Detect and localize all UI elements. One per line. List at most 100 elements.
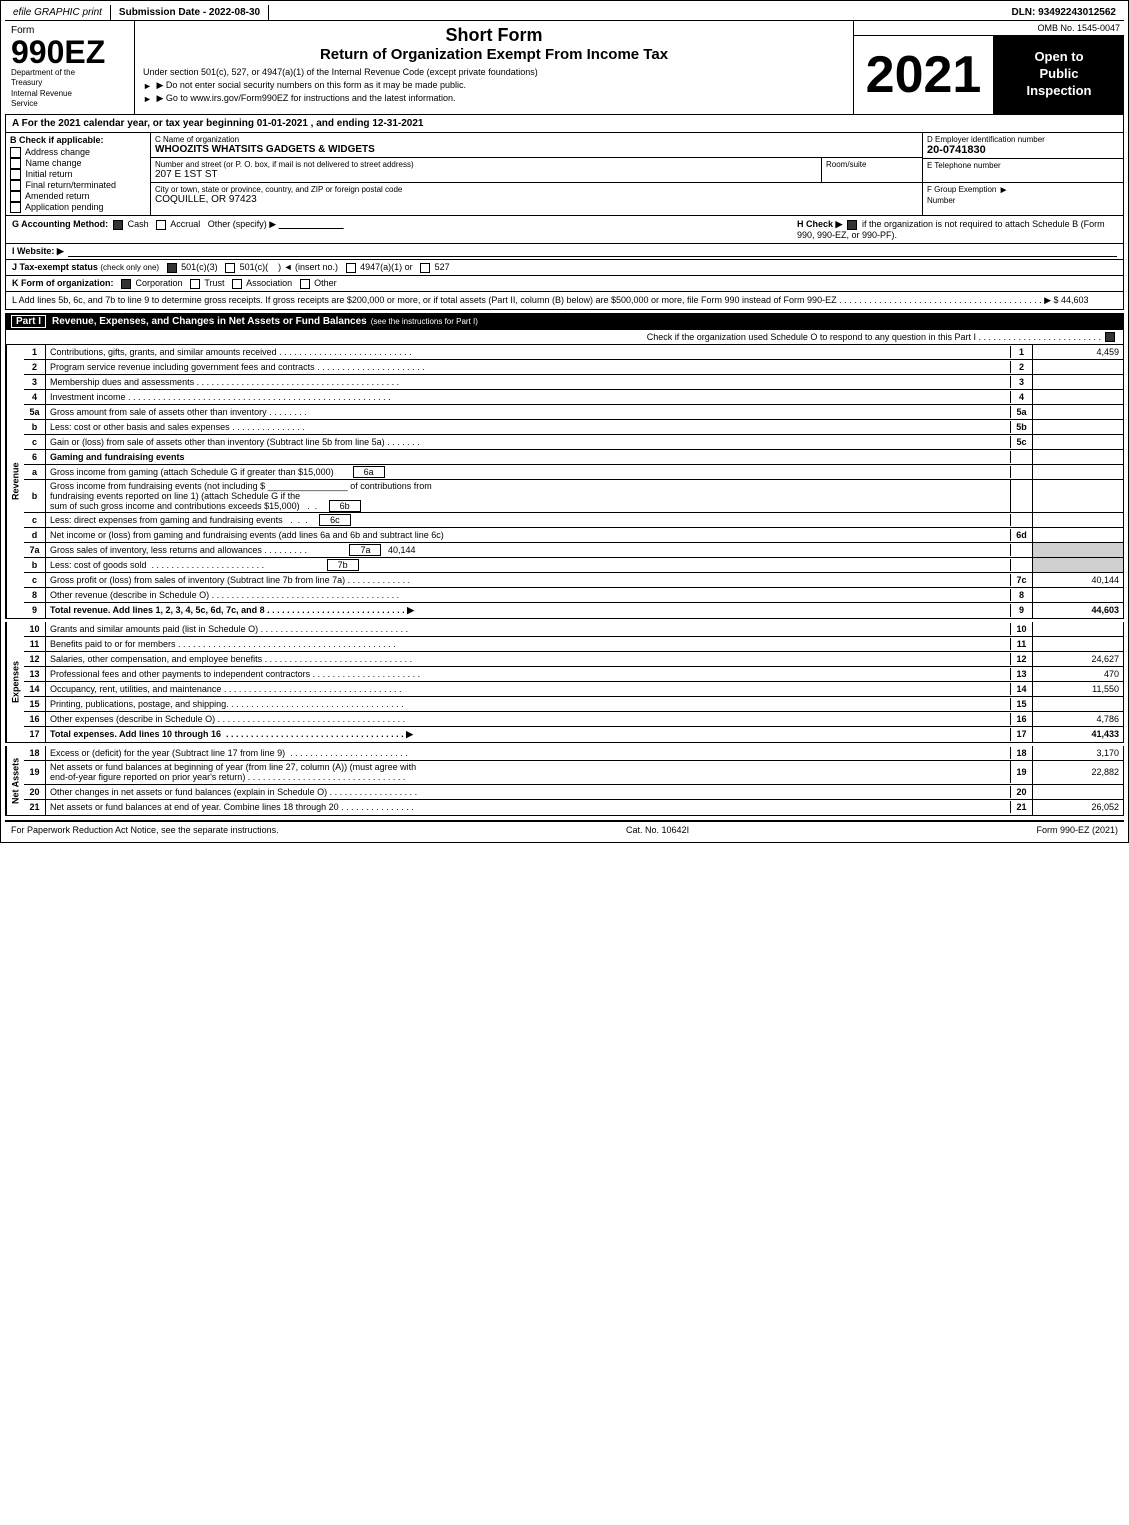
line-row-11: 11 Benefits paid to or for members . . .…: [24, 637, 1123, 652]
line-row-3: 3 Membership dues and assessments . . . …: [24, 375, 1123, 390]
instruction3: ► ▶ Go to www.irs.gov/Form990EZ for inst…: [143, 93, 845, 104]
line-row-6b: b Gross income from fundraising events (…: [24, 480, 1123, 513]
line-row-15: 15 Printing, publications, postage, and …: [24, 697, 1123, 712]
dept-lines: Department of the Treasury Internal Reve…: [11, 68, 128, 110]
line-row-1: 1 Contributions, gifts, grants, and simi…: [24, 345, 1123, 360]
501c3-checkbox[interactable]: [167, 263, 177, 273]
net-assets-lines: 18 Excess or (deficit) for the year (Sub…: [24, 746, 1123, 815]
footer-cat: Cat. No. 10642I: [626, 825, 689, 835]
footer-left: For Paperwork Reduction Act Notice, see …: [11, 825, 279, 835]
revenue-section: Revenue 1 Contributions, gifts, grants, …: [5, 345, 1124, 619]
checkbox-final[interactable]: [10, 180, 21, 191]
net-assets-label: Net Assets: [6, 746, 24, 815]
check-initial-return: Initial return: [10, 169, 146, 180]
line-row-6a: a Gross income from gaming (attach Sched…: [24, 465, 1123, 480]
form-org-section: K Form of organization: Corporation Trus…: [5, 276, 1124, 292]
checkbox-name[interactable]: [10, 158, 21, 169]
revenue-lines: 1 Contributions, gifts, grants, and simi…: [24, 345, 1123, 618]
line-row-2: 2 Program service revenue including gove…: [24, 360, 1123, 375]
h-checkbox[interactable]: [847, 220, 857, 230]
ein: 20-0741830: [927, 144, 1119, 156]
cash-checkbox[interactable]: [113, 220, 123, 230]
check-name-change: Name change: [10, 158, 146, 169]
line-row-9: 9 Total revenue. Add lines 1, 2, 3, 4, 5…: [24, 603, 1123, 618]
line-row-16: 16 Other expenses (describe in Schedule …: [24, 712, 1123, 727]
d-label: D Employer identification number: [927, 135, 1119, 144]
line-row-12: 12 Salaries, other compensation, and emp…: [24, 652, 1123, 667]
form-title1: Short Form: [143, 25, 845, 46]
other-checkbox[interactable]: [300, 279, 310, 289]
form-number: 990EZ: [11, 36, 128, 68]
4947a-checkbox[interactable]: [346, 263, 356, 273]
line-row-6c: c Less: direct expenses from gaming and …: [24, 513, 1123, 528]
city-label: City or town, state or province, country…: [155, 185, 918, 194]
org-name: WHOOZITS WHATSITS GADGETS & WIDGETS: [155, 144, 918, 155]
line-row-8: 8 Other revenue (describe in Schedule O)…: [24, 588, 1123, 603]
line-row-7b: b Less: cost of goods sold . . . . . . .…: [24, 558, 1123, 573]
f-label: F Group Exemption ►: [927, 185, 1119, 196]
city-value: COQUILLE, OR 97423: [155, 194, 918, 205]
section-a: A For the 2021 calendar year, or tax yea…: [5, 115, 1124, 133]
assoc-checkbox[interactable]: [232, 279, 242, 289]
checkbox-initial[interactable]: [10, 169, 21, 180]
website-section: I Website: ▶: [5, 244, 1124, 260]
part1-check-row: Check if the organization used Schedule …: [5, 330, 1124, 345]
trust-checkbox[interactable]: [190, 279, 200, 289]
submission-date: Submission Date - 2022-08-30: [111, 5, 269, 20]
line-row-5c: c Gain or (loss) from sale of assets oth…: [24, 435, 1123, 450]
line-row-4: 4 Investment income . . . . . . . . . . …: [24, 390, 1123, 405]
line-row-13: 13 Professional fees and other payments …: [24, 667, 1123, 682]
expenses-lines: 10 Grants and similar amounts paid (list…: [24, 622, 1123, 742]
omb: OMB No. 1545-0047: [854, 21, 1124, 36]
instruction1: Under section 501(c), 527, or 4947(a)(1)…: [143, 67, 845, 77]
room-label: Room/suite: [826, 160, 918, 169]
527-checkbox[interactable]: [420, 263, 430, 273]
part1-label: Part I: [11, 315, 46, 328]
check-amended: Amended return: [10, 191, 146, 202]
line-row-5a: 5a Gross amount from sale of assets othe…: [24, 405, 1123, 420]
line-row-10: 10 Grants and similar amounts paid (list…: [24, 622, 1123, 637]
open-to-public: Open to Public Inspection: [1026, 49, 1091, 100]
line-row-18: 18 Excess or (deficit) for the year (Sub…: [24, 746, 1123, 761]
501c-checkbox[interactable]: [225, 263, 235, 273]
e-label: E Telephone number: [927, 161, 1119, 170]
f-label2: Number: [927, 196, 1119, 205]
checkbox-application[interactable]: [10, 202, 21, 213]
line-l: L Add lines 5b, 6c, and 7b to line 9 to …: [5, 292, 1124, 310]
footer-right: Form 990-EZ (2021): [1036, 825, 1118, 835]
form-title2: Return of Organization Exempt From Incom…: [143, 46, 845, 63]
address-label: Number and street (or P. O. box, if mail…: [155, 160, 817, 169]
footer: For Paperwork Reduction Act Notice, see …: [5, 820, 1124, 838]
line-row-5b: b Less: cost or other basis and sales ex…: [24, 420, 1123, 435]
line-row-14: 14 Occupancy, rent, utilities, and maint…: [24, 682, 1123, 697]
check-final-return: Final return/terminated: [10, 180, 146, 191]
line-row-7c: c Gross profit or (loss) from sales of i…: [24, 573, 1123, 588]
line-row-6: 6 Gaming and fundraising events: [24, 450, 1123, 465]
check-address-change: Address change: [10, 147, 146, 158]
efile-label: efile GRAPHIC print: [5, 5, 111, 20]
year: 2021: [866, 49, 982, 101]
accrual-checkbox[interactable]: [156, 220, 166, 230]
expenses-label: Expenses: [6, 622, 24, 742]
c-label: C Name of organization: [155, 135, 918, 144]
accounting-method: G Accounting Method: Cash Accrual Other …: [12, 219, 344, 230]
line-row-21: 21 Net assets or fund balances at end of…: [24, 800, 1123, 815]
check-application: Application pending: [10, 202, 146, 213]
section-b-label: B Check if applicable:: [10, 135, 146, 145]
page: efile GRAPHIC print Submission Date - 20…: [0, 0, 1129, 843]
checkbox-address[interactable]: [10, 147, 21, 158]
checkbox-amended[interactable]: [10, 191, 21, 202]
line-row-17: 17 Total expenses. Add lines 10 through …: [24, 727, 1123, 742]
part1-header: Part I Revenue, Expenses, and Changes in…: [5, 313, 1124, 330]
corp-checkbox[interactable]: [121, 279, 131, 289]
expenses-section: Expenses 10 Grants and similar amounts p…: [5, 622, 1124, 743]
part1-schedule-o-checkbox[interactable]: [1105, 332, 1115, 342]
line-row-20: 20 Other changes in net assets or fund b…: [24, 785, 1123, 800]
instruction2: ► ▶ Do not enter social security numbers…: [143, 80, 845, 91]
address-value: 207 E 1ST ST: [155, 169, 817, 180]
dln: DLN: 93492243012562: [1003, 5, 1124, 20]
line-row-19: 19 Net assets or fund balances at beginn…: [24, 761, 1123, 785]
line-row-7a: 7a Gross sales of inventory, less return…: [24, 543, 1123, 558]
line-row-6d: d Net income or (loss) from gaming and f…: [24, 528, 1123, 543]
tax-status-section: J Tax-exempt status (check only one) 501…: [5, 260, 1124, 276]
